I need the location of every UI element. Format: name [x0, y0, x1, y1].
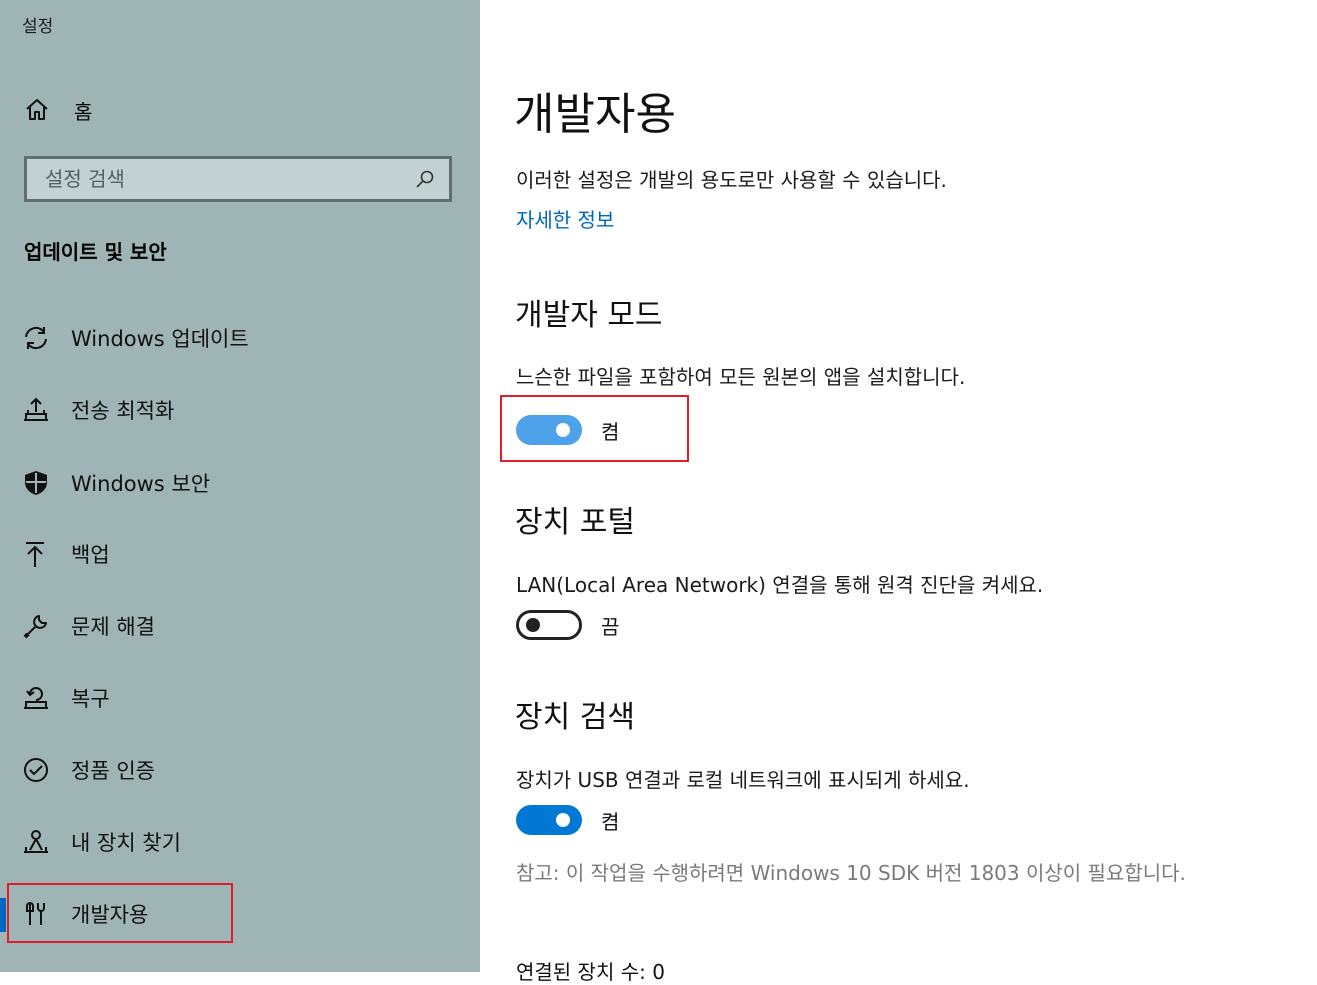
sidebar-item-windows-update[interactable]: Windows 업데이트 [0, 310, 480, 366]
sidebar-item-label: 정품 인증 [71, 759, 155, 783]
sidebar-item-delivery-optimization[interactable]: 전송 최적화 [0, 382, 480, 438]
sidebar-item-label: 백업 [71, 543, 110, 567]
developer-mode-heading: 개발자 모드 [515, 298, 663, 333]
toggle-knob [526, 618, 540, 632]
device-portal-description: LAN(Local Area Network) 연결을 통해 원격 진단을 켜세… [516, 573, 1044, 597]
device-portal-toggle-state: 끔 [601, 614, 620, 639]
section-title: 업데이트 및 보안 [24, 240, 167, 264]
more-info-link[interactable]: 자세한 정보 [516, 204, 614, 233]
device-discovery-toggle[interactable] [516, 805, 582, 835]
sidebar-item-label: 전송 최적화 [71, 399, 175, 423]
upload-arrow-icon [26, 542, 44, 567]
sidebar-item-find-my-device[interactable]: 내 장치 찾기 [0, 814, 480, 870]
device-discovery-heading: 장치 검색 [515, 700, 635, 735]
sidebar-item-activation[interactable]: 정품 인증 [0, 742, 480, 798]
refresh-icon [25, 326, 47, 350]
recovery-icon [24, 687, 48, 709]
sidebar-item-backup[interactable]: 백업 [0, 526, 480, 582]
device-portal-heading: 장치 포털 [515, 505, 635, 540]
device-discovery-toggle-state: 켬 [601, 809, 620, 834]
search-icon[interactable] [415, 169, 435, 189]
sidebar-item-label: Windows 보안 [71, 472, 211, 496]
sidebar-item-label: 내 장치 찾기 [71, 831, 181, 855]
delivery-optimization-icon [24, 397, 48, 421]
check-circle-icon [24, 758, 48, 782]
device-portal-toggle[interactable] [516, 610, 582, 640]
device-portal-toggle-row: 끔 [516, 609, 619, 641]
find-device-icon [24, 830, 48, 853]
intro-text: 이러한 설정은 개발의 용도로만 사용할 수 있습니다. [516, 168, 947, 192]
sidebar-item-label: 문제 해결 [71, 615, 155, 639]
home-icon [26, 99, 48, 120]
wrench-icon [23, 615, 47, 639]
sidebar-item-label: Windows 업데이트 [71, 327, 249, 351]
sidebar: 설정 홈 업데이트 및 보안 Windows 업데이트 전송 최적화 [0, 0, 480, 972]
device-discovery-description: 장치가 USB 연결과 로컬 네트워크에 표시되게 하세요. [516, 768, 970, 792]
sidebar-item-windows-security[interactable]: Windows 보안 [0, 455, 480, 511]
developer-mode-description: 느슨한 파일을 포함하여 모든 원본의 앱을 설치합니다. [516, 365, 966, 389]
highlight-box [500, 395, 689, 462]
sdk-requirement-note: 참고: 이 작업을 수행하려면 Windows 10 SDK 버전 1803 이… [516, 861, 1186, 885]
search-input[interactable] [43, 166, 387, 192]
page-title: 개발자용 [514, 89, 676, 140]
sidebar-item-label: 복구 [71, 687, 110, 711]
device-discovery-toggle-row: 켬 [516, 804, 619, 836]
sidebar-item-troubleshoot[interactable]: 문제 해결 [0, 598, 480, 654]
app-title: 설정 [22, 17, 54, 37]
highlight-box [7, 883, 233, 943]
sidebar-item-recovery[interactable]: 복구 [0, 670, 480, 726]
home-nav-item[interactable]: 홈 [24, 92, 92, 128]
home-label: 홈 [74, 99, 93, 124]
settings-search-box[interactable] [24, 156, 452, 202]
shield-icon [25, 471, 47, 495]
connected-devices-count: 연결된 장치 수: 0 [516, 960, 665, 984]
active-indicator [0, 898, 6, 932]
main-content: 개발자용 이러한 설정은 개발의 용도로만 사용할 수 있습니다. 자세한 정보… [480, 0, 1317, 984]
toggle-knob [556, 813, 570, 827]
